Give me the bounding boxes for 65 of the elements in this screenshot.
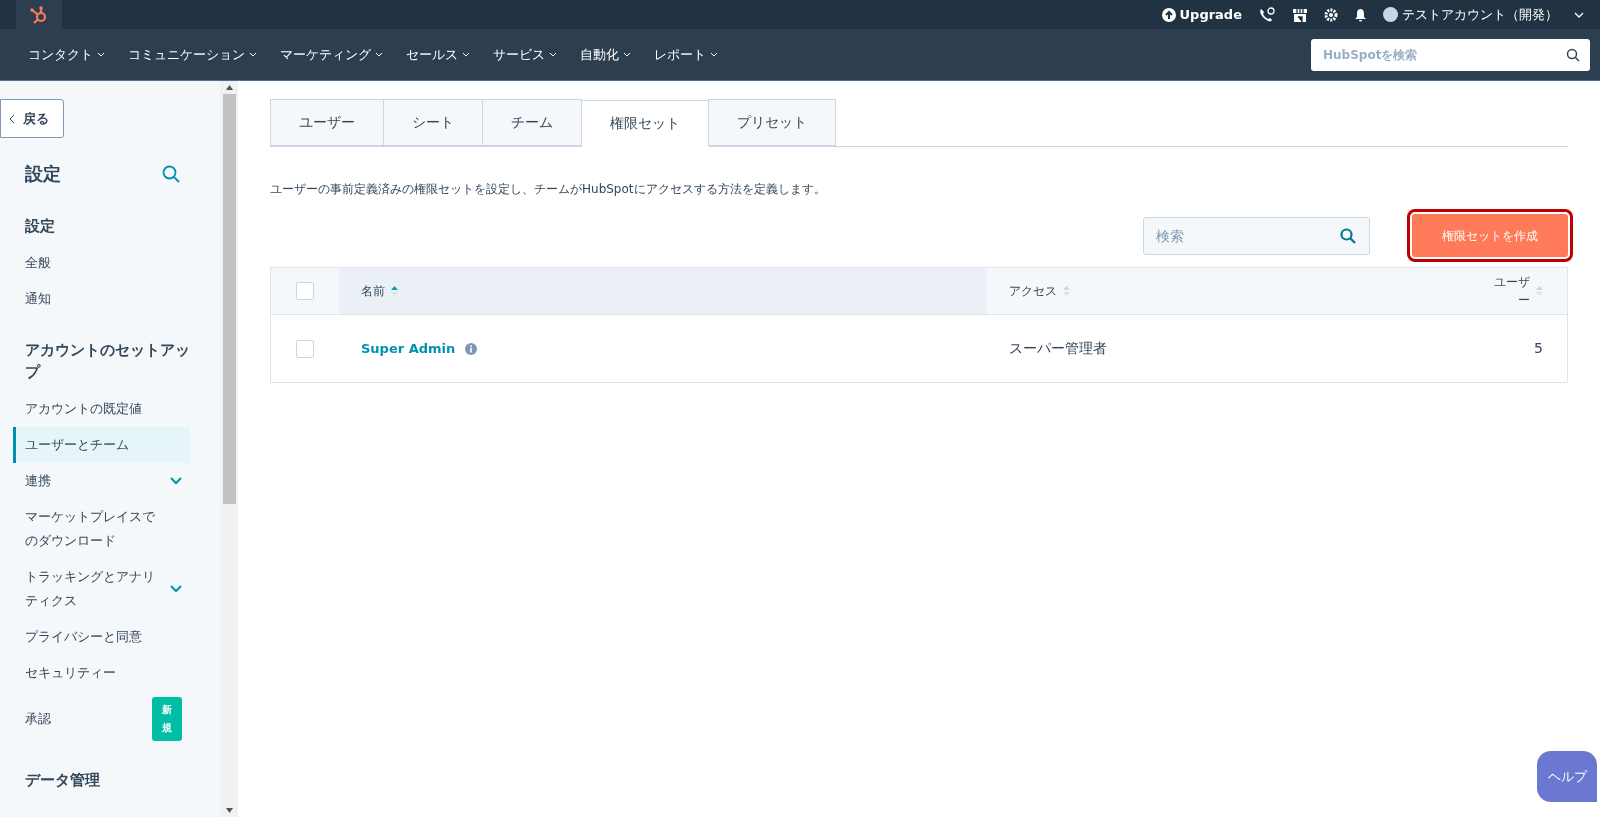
sidebar-title: 設定 [25, 162, 61, 186]
chevron-down-icon [549, 52, 557, 57]
table-cell: 5 [1534, 340, 1543, 356]
bell-icon[interactable] [1354, 7, 1367, 22]
sidebar-item[interactable]: 通知 [13, 281, 190, 317]
sidebar-item[interactable]: アカウントの既定値 [13, 391, 190, 427]
column-header[interactable]: ユーザー [1347, 268, 1567, 314]
nav-menu-item[interactable]: セールス [406, 44, 458, 65]
avatar[interactable] [1383, 7, 1398, 22]
nav-menu-item[interactable]: コミュニケーション [128, 44, 245, 65]
column-header[interactable]: アクセス [987, 268, 1347, 314]
search-field[interactable]: 検索 [1143, 216, 1370, 255]
tab[interactable]: 権限セット [581, 100, 709, 147]
settings-icon[interactable] [1324, 7, 1338, 22]
logo-icon[interactable] [29, 4, 49, 25]
tab[interactable]: ユーザー [270, 99, 384, 146]
chevron-down-icon [375, 52, 383, 57]
search-icon [1566, 47, 1580, 62]
checkbox[interactable] [296, 339, 314, 358]
chevron-left-icon [9, 113, 15, 124]
sidebar-item[interactable]: セキュリティー [13, 655, 190, 691]
permission-set-link[interactable]: Super Admin [361, 338, 456, 359]
phone-icon[interactable] [1258, 6, 1276, 23]
search-icon [1340, 227, 1356, 244]
nav-menu-item[interactable]: マーケティング [280, 44, 371, 65]
checkbox[interactable] [296, 282, 314, 300]
store-icon[interactable] [1292, 6, 1308, 23]
upgrade-link[interactable]: Upgrade [1179, 4, 1242, 25]
nav-menu-item[interactable]: サービス [493, 44, 545, 65]
sidebar-item[interactable]: マーケットプレイスでのダウンロード [13, 499, 190, 559]
chevron-down-icon [462, 52, 470, 57]
tab[interactable]: プリセット [708, 99, 836, 146]
chevron-down-icon [97, 52, 105, 57]
scroll-up-arrow-icon[interactable] [225, 85, 233, 90]
section-heading: 設定 [24, 216, 56, 237]
scroll-down-arrow-icon[interactable] [225, 808, 233, 813]
info-icon[interactable] [465, 342, 478, 355]
sidebar-item[interactable]: 連携 [13, 463, 190, 499]
nav-menu-item[interactable]: 自動化 [580, 44, 619, 65]
new-badge: 新規 [152, 697, 182, 741]
sort-icon[interactable] [391, 285, 398, 297]
sidebar-item[interactable]: プライバシーと同意 [13, 619, 190, 655]
sidebar-item[interactable]: 全般 [13, 245, 190, 281]
sidebar-item[interactable]: 承認 新規 [13, 691, 190, 747]
section-heading: データ管理 [24, 770, 101, 791]
search-icon[interactable] [162, 164, 180, 183]
description-text: ユーザーの事前定義済みの権限セットを設定し、チームがHubSpotにアクセスする方法を定義します。 [270, 181, 827, 198]
section-heading: アカウントのセットアップ [24, 340, 191, 383]
sidebar-item[interactable]: トラッキングとアナリティクス [13, 559, 190, 619]
nav-menu-item[interactable]: コンタクト [28, 44, 93, 65]
nav-menu-item[interactable]: レポート [654, 44, 706, 65]
chevron-down-icon [710, 52, 718, 57]
sidebar-item[interactable]: ユーザーとチーム [13, 427, 190, 463]
tab[interactable]: チーム [482, 99, 582, 146]
column-header[interactable]: 名前 [339, 268, 987, 314]
table-cell: スーパー管理者 [1009, 340, 1107, 356]
up-arrow-icon [1161, 7, 1176, 22]
back-button[interactable]: 戻る [0, 99, 64, 138]
search-field[interactable]: HubSpotを検索 [1311, 38, 1590, 71]
help-button[interactable]: ヘルプ [1537, 751, 1597, 802]
chevron-down-icon [249, 52, 257, 57]
account-menu[interactable]: テストアカウント（開発） [1402, 4, 1558, 25]
tab[interactable]: シート [383, 99, 483, 146]
chevron-down-icon [623, 52, 631, 57]
scrollbar[interactable] [220, 81, 238, 817]
